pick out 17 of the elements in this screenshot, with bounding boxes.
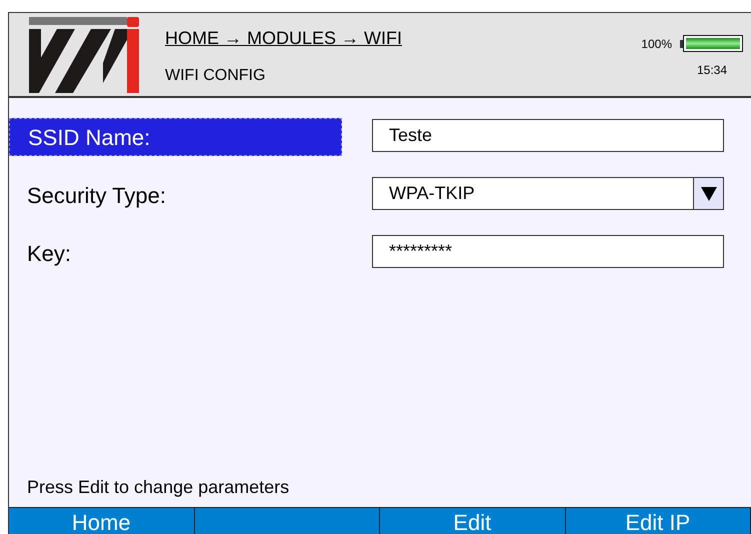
clock-time: 15:34 [696, 62, 727, 78]
battery-percentage: 100% [641, 36, 672, 52]
hint-text: Press Edit to change parameters [26, 476, 290, 499]
page-title: WIFI CONFIG [165, 66, 266, 86]
field-label[interactable]: Key: [9, 234, 342, 272]
breadcrumb-link[interactable]: HOME → MODULES → WIFI [165, 25, 402, 52]
password-field[interactable]: ********* [372, 235, 724, 268]
input-field[interactable]: Teste [372, 119, 724, 152]
field-label[interactable]: Security Type: [9, 176, 342, 214]
field-label[interactable]: SSID Name: [9, 118, 342, 156]
dropdown-field[interactable]: WPA-TKIP [372, 177, 693, 210]
battery-icon [680, 35, 743, 52]
softkey-button[interactable]: Edit IP [566, 508, 751, 534]
logo-icon [29, 16, 141, 92]
dropdown-button[interactable] [693, 177, 724, 210]
softkey-button[interactable]: Edit [380, 508, 566, 534]
caret-icon [700, 186, 716, 200]
